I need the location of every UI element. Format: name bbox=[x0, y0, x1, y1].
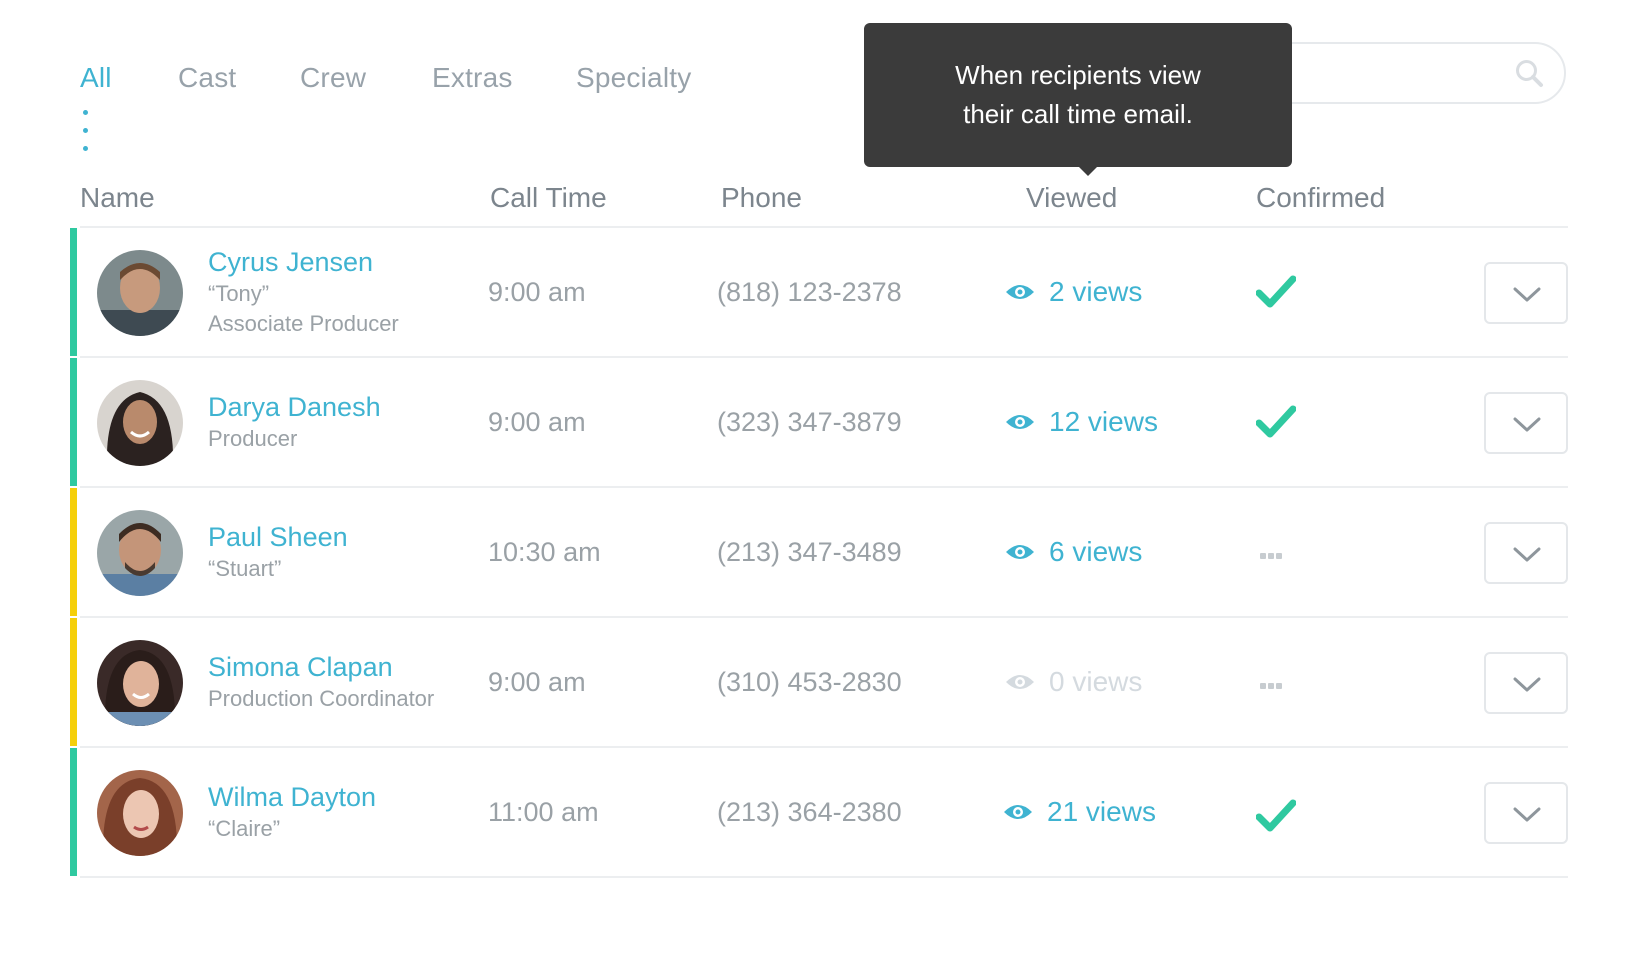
status-bar bbox=[70, 748, 77, 876]
checkmark-icon bbox=[1256, 405, 1296, 438]
search-icon[interactable] bbox=[1514, 58, 1544, 88]
views-count: 6 views bbox=[1049, 536, 1143, 567]
person-name-link[interactable]: Wilma Dayton bbox=[208, 780, 376, 814]
views-count: 2 views bbox=[1049, 276, 1143, 307]
views-link[interactable]: 12 views bbox=[1005, 358, 1158, 486]
tab-specialty[interactable]: Specialty bbox=[576, 62, 691, 94]
views-link[interactable]: 21 views bbox=[1003, 748, 1156, 876]
person-nickname: “Claire” bbox=[208, 816, 281, 841]
table-row[interactable]: Wilma Dayton “Claire” 11:00 am (213) 364… bbox=[70, 748, 1568, 876]
column-header-call-time[interactable]: Call Time bbox=[490, 182, 607, 214]
person-role: Producer bbox=[208, 426, 298, 451]
search-input[interactable] bbox=[1266, 44, 1510, 102]
person-nickname: “Tony” bbox=[208, 281, 270, 306]
phone-number: (818) 123-2378 bbox=[717, 277, 902, 307]
phone-number: (213) 347-3489 bbox=[717, 537, 902, 567]
status-bar bbox=[70, 488, 77, 616]
avatar bbox=[97, 770, 183, 856]
chevron-down-icon bbox=[1513, 807, 1541, 822]
person-name-link[interactable]: Paul Sheen bbox=[208, 520, 348, 554]
person-nickname: “Stuart” bbox=[208, 556, 282, 581]
chevron-down-icon bbox=[1513, 547, 1541, 562]
status-bar bbox=[70, 618, 77, 746]
tab-all[interactable]: All bbox=[80, 62, 112, 94]
chevron-down-icon bbox=[1513, 677, 1541, 692]
call-time: 9:00 am bbox=[488, 407, 586, 437]
eye-icon bbox=[1006, 675, 1034, 689]
tooltip-arrow bbox=[1078, 166, 1098, 176]
name-cell: Darya Danesh Producer bbox=[208, 358, 381, 486]
checkmark-icon bbox=[1256, 275, 1296, 308]
expand-row-button[interactable] bbox=[1484, 782, 1568, 844]
eye-icon bbox=[1004, 805, 1032, 819]
column-header-confirmed[interactable]: Confirmed bbox=[1256, 182, 1385, 214]
table-row[interactable]: Cyrus Jensen “Tony” Associate Producer 9… bbox=[70, 228, 1568, 356]
search-box bbox=[1244, 42, 1566, 104]
person-name-link[interactable]: Darya Danesh bbox=[208, 390, 381, 424]
tab-extras[interactable]: Extras bbox=[432, 62, 513, 94]
table-row[interactable]: Darya Danesh Producer 9:00 am (323) 347-… bbox=[70, 358, 1568, 486]
avatar bbox=[97, 380, 183, 466]
name-cell: Paul Sheen “Stuart” bbox=[208, 488, 348, 616]
phone-number: (213) 364-2380 bbox=[717, 797, 902, 827]
table-header: Name Call Time Phone Viewed Confirmed bbox=[0, 182, 1628, 224]
person-name-link[interactable]: Simona Clapan bbox=[208, 650, 434, 684]
expand-row-button[interactable] bbox=[1484, 262, 1568, 324]
name-cell: Cyrus Jensen “Tony” Associate Producer bbox=[208, 228, 399, 356]
call-time: 9:00 am bbox=[488, 277, 586, 307]
avatar bbox=[97, 640, 183, 726]
tab-crew[interactable]: Crew bbox=[300, 62, 366, 94]
column-header-phone[interactable]: Phone bbox=[721, 182, 802, 214]
tab-cast[interactable]: Cast bbox=[178, 62, 236, 94]
eye-icon bbox=[1006, 545, 1034, 559]
call-time: 9:00 am bbox=[488, 667, 586, 697]
person-name-link[interactable]: Cyrus Jensen bbox=[208, 245, 399, 279]
checkmark-icon bbox=[1256, 799, 1296, 832]
expand-row-button[interactable] bbox=[1484, 392, 1568, 454]
call-time: 10:30 am bbox=[488, 537, 601, 567]
avatar bbox=[97, 250, 183, 336]
views-link[interactable]: 0 views bbox=[1005, 618, 1142, 746]
call-time: 11:00 am bbox=[488, 797, 599, 827]
eye-icon bbox=[1006, 285, 1034, 299]
views-link[interactable]: 2 views bbox=[1005, 228, 1142, 356]
name-cell: Simona Clapan Production Coordinator bbox=[208, 618, 434, 746]
pending-icon bbox=[1260, 546, 1284, 559]
status-bar bbox=[70, 358, 77, 486]
tooltip-text: When recipients view their call time ema… bbox=[955, 60, 1201, 129]
phone-number: (310) 453-2830 bbox=[717, 667, 902, 697]
views-count: 0 views bbox=[1049, 666, 1143, 697]
eye-icon bbox=[1006, 415, 1034, 429]
views-count: 21 views bbox=[1047, 796, 1156, 827]
viewed-tooltip: When recipients view their call time ema… bbox=[864, 23, 1292, 167]
chevron-down-icon bbox=[1513, 287, 1541, 302]
column-header-name[interactable]: Name bbox=[80, 182, 155, 214]
person-role: Associate Producer bbox=[208, 311, 399, 336]
row-divider bbox=[80, 876, 1568, 878]
expand-row-button[interactable] bbox=[1484, 522, 1568, 584]
phone-number: (323) 347-3879 bbox=[717, 407, 902, 437]
table-row[interactable]: Paul Sheen “Stuart” 10:30 am (213) 347-3… bbox=[70, 488, 1568, 616]
pending-icon bbox=[1260, 676, 1284, 689]
name-cell: Wilma Dayton “Claire” bbox=[208, 748, 376, 876]
chevron-down-icon bbox=[1513, 417, 1541, 432]
table-row[interactable]: Simona Clapan Production Coordinator 9:0… bbox=[70, 618, 1568, 746]
column-header-viewed[interactable]: Viewed bbox=[1026, 182, 1117, 214]
person-role: Production Coordinator bbox=[208, 686, 435, 711]
avatar bbox=[97, 510, 183, 596]
views-count: 12 views bbox=[1049, 406, 1158, 437]
active-tab-indicator bbox=[83, 102, 92, 151]
expand-row-button[interactable] bbox=[1484, 652, 1568, 714]
views-link[interactable]: 6 views bbox=[1005, 488, 1142, 616]
status-bar bbox=[70, 228, 77, 356]
